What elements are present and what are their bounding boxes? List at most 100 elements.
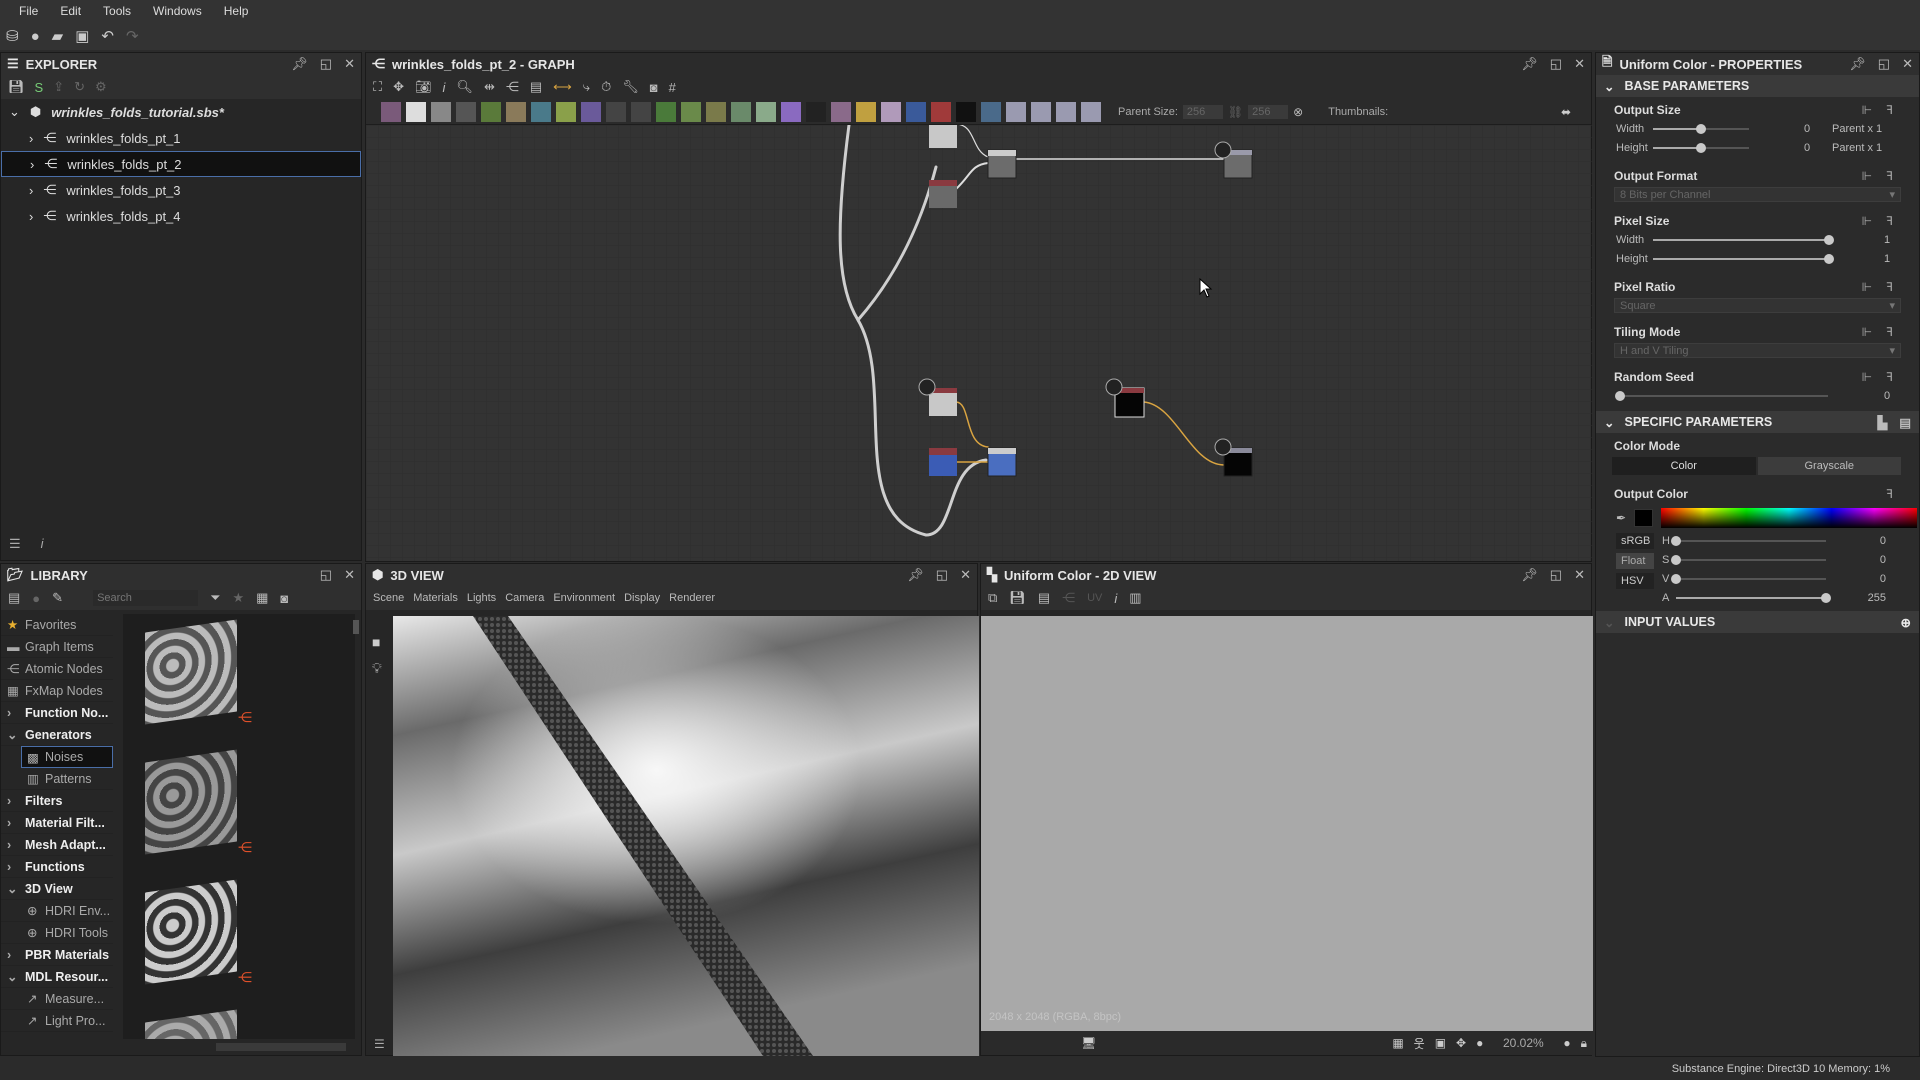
preset-icon[interactable]: ▙ [1878,415,1888,430]
noise-thumbnail[interactable] [145,749,237,855]
fit-icon[interactable]: ▣ [1435,1036,1446,1050]
graph-node[interactable] [929,125,957,148]
pin-icon[interactable]: 📌︎ [291,56,308,72]
node-palette-button[interactable] [606,101,626,122]
copy-icon[interactable]: ⧉ [988,590,997,606]
add-icon[interactable]: ● [32,591,40,606]
document-list-icon[interactable]: ▤ [1899,415,1911,430]
node-palette-button[interactable] [981,101,1001,122]
specific-parameters-header[interactable]: ⌄ SPECIFIC PARAMETERS ▙ ▤ [1596,411,1919,433]
pixel-ratio-select[interactable]: Square [1614,298,1901,313]
node-palette-button[interactable] [456,101,476,122]
float-icon[interactable]: ◱ [320,56,332,72]
function-icon[interactable]: ꟻ [1886,325,1893,339]
export-icon[interactable]: ⇪ [53,79,64,95]
node-palette-button[interactable] [856,101,876,122]
3d-menu-camera[interactable]: Camera [505,592,544,604]
output-format-select[interactable]: 8 Bits per Channel [1614,187,1901,202]
node-palette-button[interactable] [556,101,576,122]
light-bulb-icon[interactable]: 💡︎ [372,660,382,677]
3d-menu-scene[interactable]: Scene [373,592,404,604]
chevron-down-icon[interactable]: ⌄ [9,104,20,120]
graph-node[interactable] [987,447,1017,477]
function-icon[interactable]: ꟻ [1886,103,1893,117]
node-palette-button[interactable] [881,101,901,122]
library-item[interactable]: › Function No... [1,702,113,724]
close-icon[interactable]: ✕ [344,567,355,583]
node-palette-button[interactable] [681,101,701,122]
input-values-header[interactable]: ⌄ INPUT VALUES ⊕ [1596,611,1919,633]
3d-menu-renderer[interactable]: Renderer [669,592,715,604]
open-folder-icon[interactable]: ▰ [52,27,64,45]
grid-icon[interactable]: ▦ [1392,1036,1403,1050]
info-icon[interactable]: i [1114,591,1117,606]
pan-icon[interactable]: ✥ [393,79,404,95]
menu-windows[interactable]: Windows [142,4,213,18]
3d-menu-environment[interactable]: Environment [553,592,615,604]
3d-viewport[interactable] [393,616,979,1056]
chevron-right-icon[interactable]: › [29,183,33,198]
node-palette-button[interactable] [1056,101,1076,122]
random-seed-slider[interactable] [1615,391,1828,401]
library-item[interactable]: ↗ Light Pro... [1,1010,113,1032]
close-icon[interactable]: ✕ [1574,567,1585,583]
share-icon[interactable]: ⋲ [1062,590,1075,606]
library-item[interactable]: ▩ Noises [21,746,113,768]
menu-tools[interactable]: Tools [92,4,142,18]
node-palette-button[interactable] [831,101,851,122]
wrench-icon[interactable]: 🔧︎ [622,79,639,95]
chevron-right-icon[interactable]: › [29,131,33,146]
pixel-size-width-slider[interactable] [1653,235,1834,245]
inherit-icon[interactable]: ⊩ [1862,325,1872,339]
favorite-add-icon[interactable]: ★ [232,590,244,606]
graph-item[interactable]: › ⋲ wrinkles_folds_pt_3 [1,177,361,203]
chevron-right-icon[interactable]: › [30,157,34,172]
library-item[interactable]: › PBR Materials [1,944,113,966]
pin-icon[interactable]: 📌︎ [1521,56,1538,72]
zoom-in-icon[interactable]: ● [1563,1036,1570,1050]
color-picker-icon[interactable]: 🖥︎ [1081,1036,1096,1050]
noise-thumbnail[interactable] [145,619,237,725]
library-item[interactable]: ⌄ 3D View [1,878,113,900]
library-search-input[interactable] [93,590,199,606]
library-item[interactable]: ↗ Measure... [1,988,113,1010]
2d-viewport[interactable]: 2048 x 2048 (RGBA, 8bpc) [981,616,1593,1031]
add-icon[interactable]: ⊕ [1901,615,1911,630]
settings-icon[interactable]: ⚙ [95,79,107,95]
srgb-button[interactable]: sRGB [1616,533,1654,549]
library-item[interactable]: ⌄ MDL Resour... [1,966,113,988]
node-palette-button[interactable] [531,101,551,122]
search-icon[interactable]: 🔍︎ [456,79,473,95]
reload-icon[interactable]: ↻ [74,79,85,95]
preview-icon[interactable]: ◙ [650,80,658,95]
float-icon[interactable]: ◱ [320,567,332,583]
undo-icon[interactable]: ↶ [101,27,114,45]
info-icon[interactable]: i [41,536,44,552]
node-palette-button[interactable] [381,101,401,122]
thumbnails-toggle-icon[interactable]: ⬌ [1561,105,1571,119]
link-icon[interactable]: ⛓ [1228,105,1243,119]
node-palette-button[interactable] [1031,101,1051,122]
function-icon[interactable]: ꟻ [1886,487,1893,501]
hue-spectrum[interactable] [1661,508,1917,528]
noise-thumbnail[interactable] [145,879,237,985]
new-graph-icon[interactable]: ● [31,28,40,45]
graph-item[interactable]: › ⋲ wrinkles_folds_pt_1 [1,125,361,151]
uv-dropdown[interactable]: UV [1087,592,1102,604]
library-item[interactable]: ⊕ HDRI Env... [1,900,113,922]
output-size-height-slider[interactable] [1653,143,1749,153]
base-parameters-header[interactable]: ⌄ BASE PARAMETERS [1596,75,1919,97]
graph-item[interactable]: › ⋲ wrinkles_folds_pt_2 [1,151,361,177]
reset-icon[interactable]: ⊗ [1293,105,1303,119]
menu-help[interactable]: Help [213,4,260,18]
node-palette-button[interactable] [406,101,426,122]
redo-icon[interactable]: ↷ [126,27,139,45]
node-palette-button[interactable] [781,101,801,122]
library-item[interactable]: › Filters [1,790,113,812]
histogram-icon[interactable]: ▥ [1129,590,1141,606]
library-item[interactable]: ⌄ Generators [1,724,113,746]
library-item[interactable]: ⊕ HDRI Tools [1,922,113,944]
eyedropper-icon[interactable]: ✒ [1616,511,1626,525]
figure-icon[interactable]: 웃 [1414,1035,1425,1052]
chevron-right-icon[interactable]: › [29,209,33,224]
